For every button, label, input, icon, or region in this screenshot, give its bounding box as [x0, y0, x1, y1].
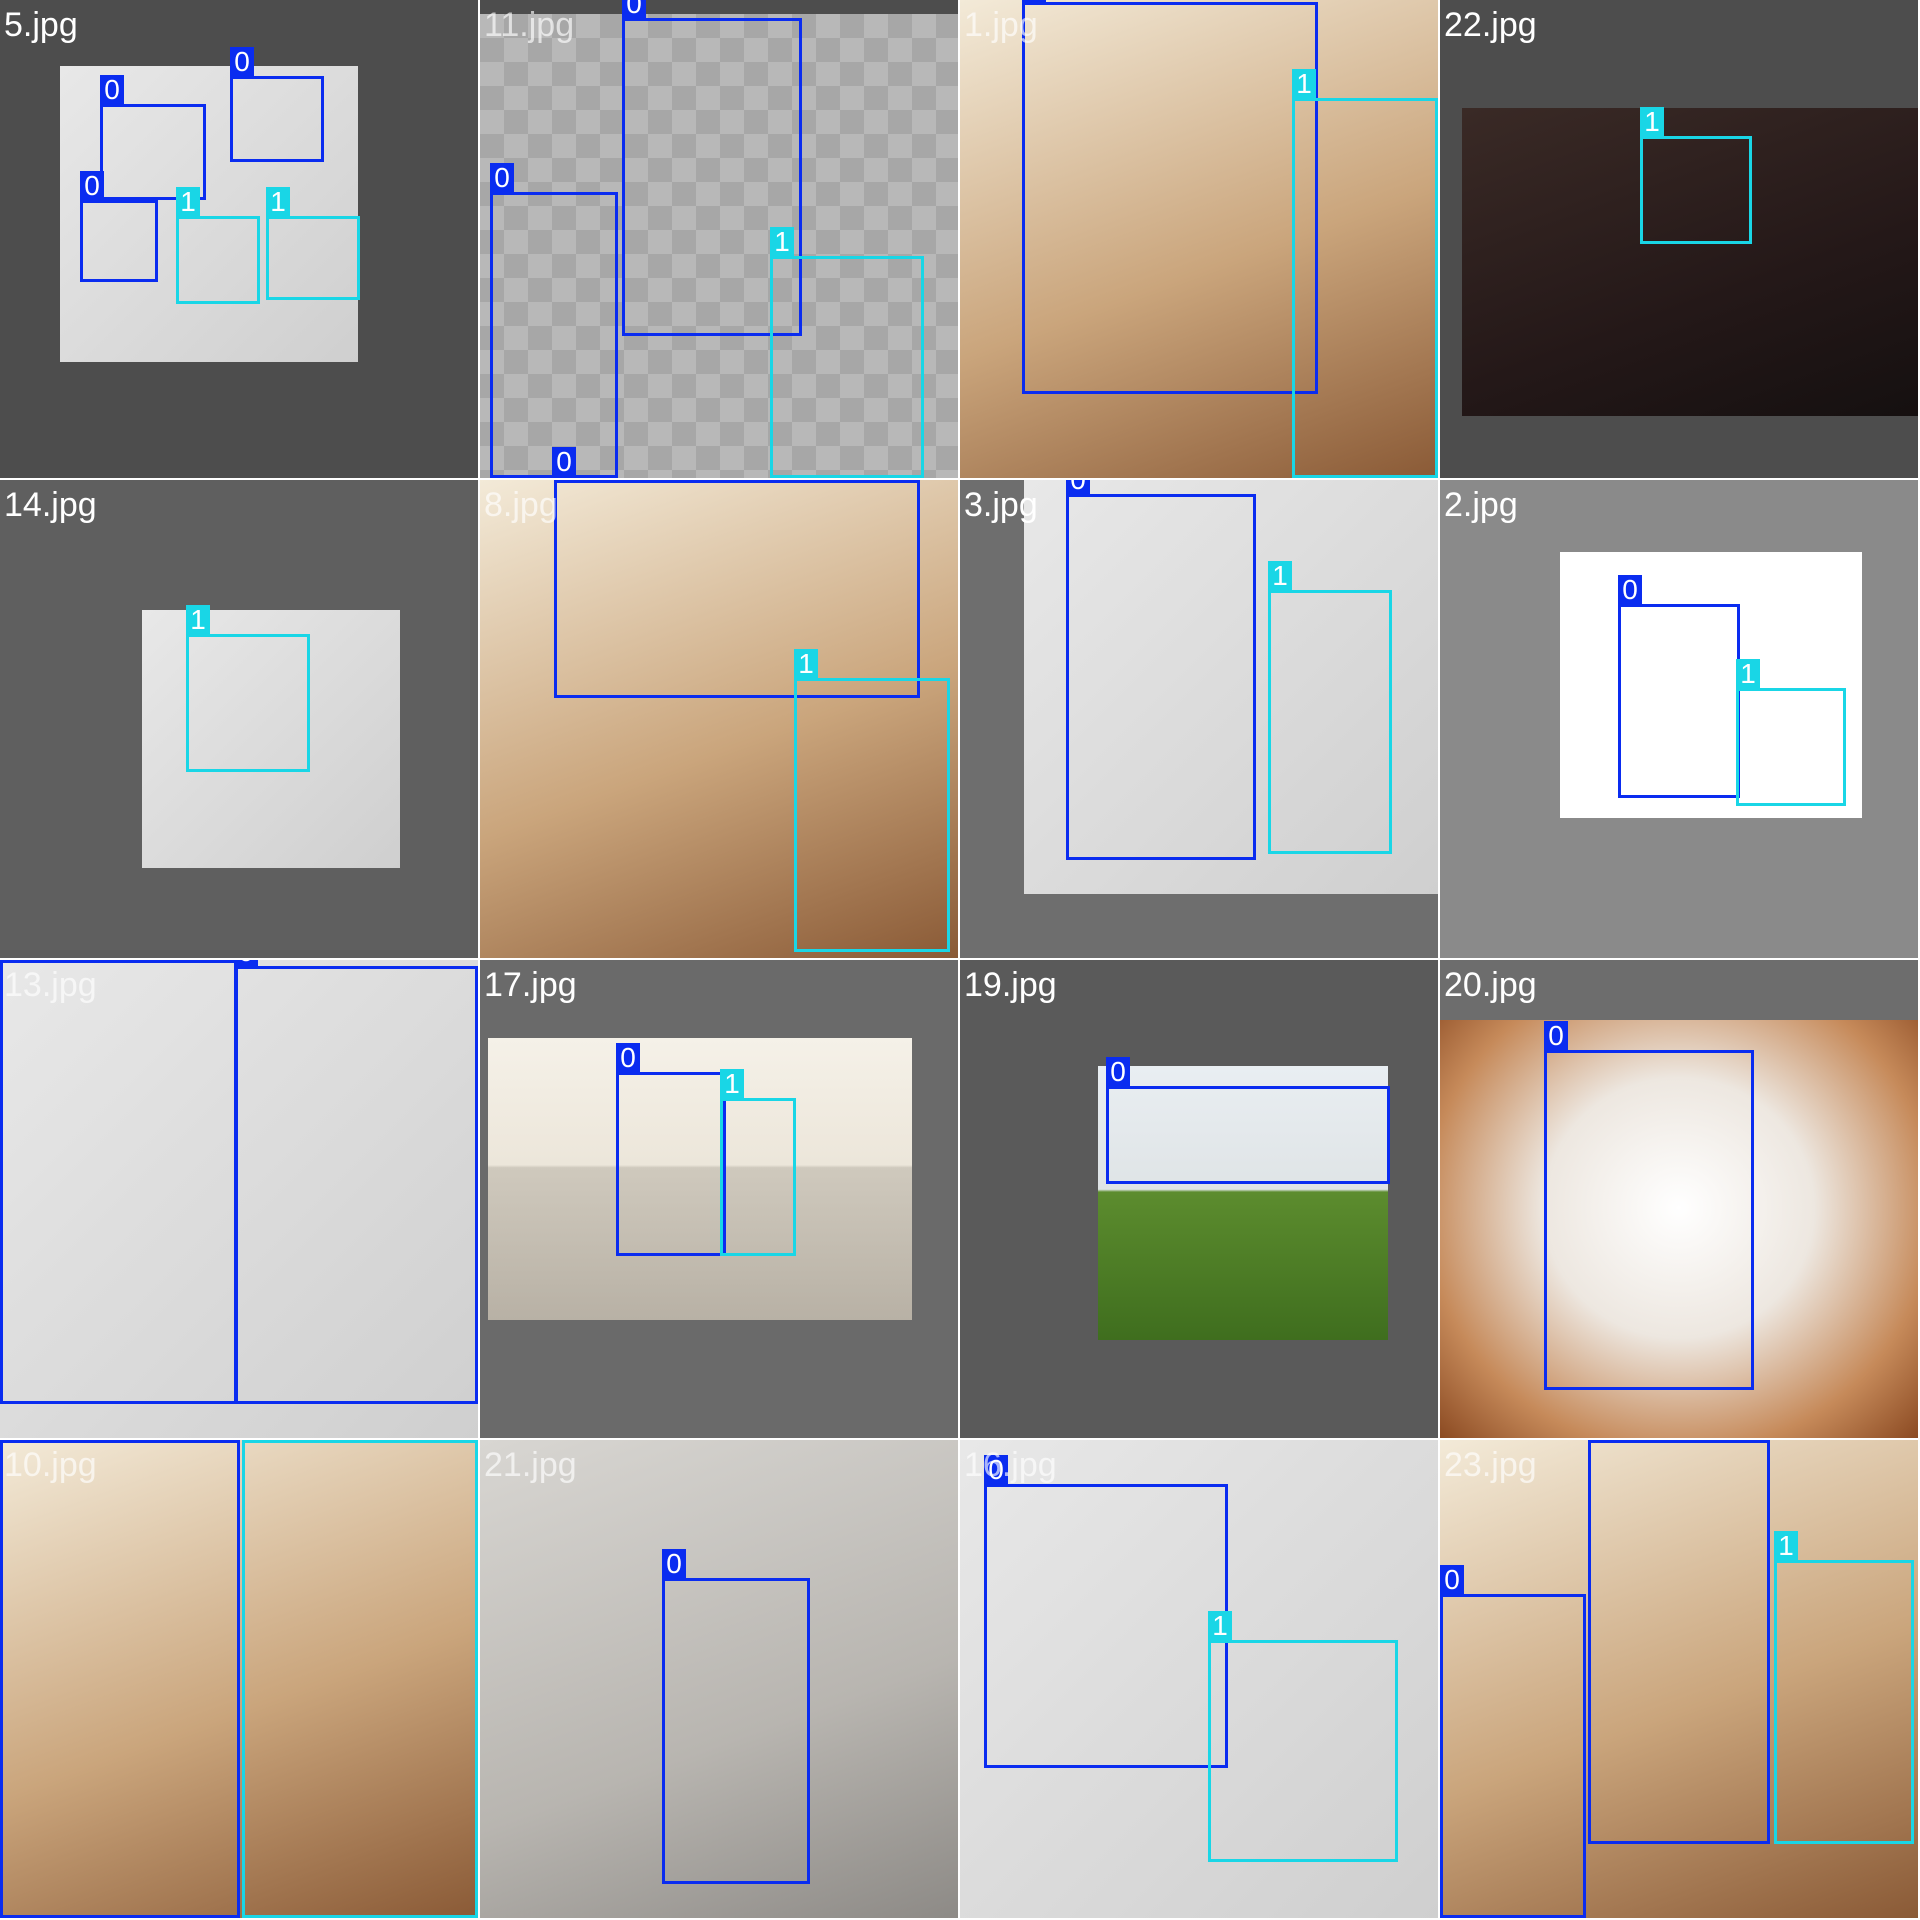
tile-filename: 1.jpg — [964, 6, 1038, 44]
bbox-class-label: 1 — [1292, 69, 1316, 99]
bbox: 0 — [984, 1455, 1228, 1768]
bbox-class-label: 0 — [1618, 575, 1642, 605]
bbox-class-label: 0 — [0, 960, 24, 961]
bbox: 0 — [552, 447, 592, 478]
tile-filename: 5.jpg — [4, 6, 78, 44]
bbox-class-label: 1 — [720, 1069, 744, 1099]
tile-16: 16.jpg 0 1 — [960, 1440, 1438, 1918]
bbox-class-label: 0 — [1106, 1057, 1130, 1087]
bbox: 0 — [0, 960, 238, 1404]
tile-filename: 19.jpg — [964, 966, 1057, 1004]
tile-filename: 20.jpg — [1444, 966, 1537, 1004]
bbox: 0 — [0, 1440, 240, 1918]
bbox: 1 — [1208, 1611, 1398, 1862]
tile-23: 23.jpg 0 0 1 — [1440, 1440, 1918, 1918]
bbox-class-label: 1 — [186, 605, 210, 635]
tile-19: 19.jpg 0 — [960, 960, 1438, 1438]
bbox-class-label: 0 — [234, 960, 258, 967]
bbox: 1 — [266, 187, 360, 300]
tile-filename: 14.jpg — [4, 486, 97, 524]
bbox: 0 — [1618, 575, 1740, 798]
bbox-class-label: 1 — [1736, 659, 1760, 689]
bbox: 1 — [1292, 69, 1438, 478]
bbox-class-label: 0 — [1022, 0, 1046, 3]
tile-14: 14.jpg 1 — [0, 480, 478, 958]
bbox-class-label: 1 — [794, 649, 818, 679]
tile-5: 5.jpg 0 0 0 1 1 — [0, 0, 478, 478]
bbox: 0 — [230, 47, 324, 162]
bbox: 0 — [80, 171, 158, 282]
bbox: 1 — [186, 605, 310, 772]
tile-3: 3.jpg 0 1 — [960, 480, 1438, 958]
tile-filename: 2.jpg — [1444, 486, 1518, 524]
bbox: 1 — [1640, 107, 1752, 244]
bbox: 0 — [616, 1043, 726, 1256]
bbox: 0 — [1440, 1565, 1586, 1918]
tile-11: 11.jpg 0 0 0 1 — [480, 0, 958, 478]
bbox: 0 — [1106, 1057, 1390, 1184]
bbox: 1 — [1774, 1531, 1914, 1844]
tile-filename: 16.jpg — [964, 1446, 1057, 1484]
tile-filename: 23.jpg — [1444, 1446, 1537, 1484]
bbox: 1 — [720, 1069, 796, 1256]
bbox: 0 — [490, 163, 618, 478]
tile-20: 20.jpg 0 — [1440, 960, 1918, 1438]
bbox: 0 — [554, 480, 920, 698]
tile-2: 2.jpg 0 1 — [1440, 480, 1918, 958]
tile-10: 10.jpg 0 1 — [0, 1440, 478, 1918]
bbox-class-label: 0 — [80, 171, 104, 201]
bbox: 0 — [1066, 480, 1256, 860]
bbox-class-label: 0 — [554, 480, 578, 481]
bbox-class-label: 0 — [1066, 480, 1090, 495]
bbox: 1 — [1736, 659, 1846, 806]
bbox: 1 — [770, 227, 924, 478]
bbox-class-label: 0 — [0, 1440, 24, 1441]
tile-13: 13.jpg 0 0 — [0, 960, 478, 1438]
bbox-class-label: 0 — [616, 1043, 640, 1073]
tile-22: 22.jpg 1 — [1440, 0, 1918, 478]
bbox-class-label: 1 — [1208, 1611, 1232, 1641]
tile-8: 8.jpg 0 1 — [480, 480, 958, 958]
bbox: 0 — [1022, 0, 1318, 394]
bbox-class-label: 0 — [100, 75, 124, 105]
bbox-class-label: 0 — [662, 1549, 686, 1579]
image-grid: 5.jpg 0 0 0 1 1 11.jpg 0 0 0 1 1.jpg 0 1… — [0, 0, 1920, 1920]
tile-filename: 21.jpg — [484, 1446, 577, 1484]
tile-filename: 11.jpg — [484, 6, 575, 44]
bbox: 1 — [176, 187, 260, 304]
tile-filename: 8.jpg — [484, 486, 558, 524]
bbox-class-label: 0 — [1588, 1440, 1612, 1441]
bbox: 1 — [242, 1440, 478, 1918]
tile-1: 1.jpg 0 1 — [960, 0, 1438, 478]
bbox-class-label: 1 — [1774, 1531, 1798, 1561]
bbox-class-label: 0 — [1544, 1021, 1568, 1051]
bbox: 0 — [1588, 1440, 1770, 1844]
bbox-class-label: 1 — [266, 187, 290, 217]
bbox-class-label: 0 — [490, 163, 514, 193]
bbox-class-label: 1 — [242, 1440, 266, 1441]
bbox: 0 — [662, 1549, 810, 1884]
tile-filename: 10.jpg — [4, 1446, 97, 1484]
bbox-class-label: 0 — [230, 47, 254, 77]
bbox-class-label: 1 — [176, 187, 200, 217]
tile-17: 17.jpg 0 1 — [480, 960, 958, 1438]
bbox-class-label: 0 — [1440, 1565, 1464, 1595]
tile-filename: 13.jpg — [4, 966, 97, 1004]
bbox-class-label: 1 — [1640, 107, 1664, 137]
tile-filename: 22.jpg — [1444, 6, 1537, 44]
bbox: 1 — [1268, 561, 1392, 854]
bbox-class-label: 0 — [552, 447, 576, 477]
bbox: 0 — [1544, 1021, 1754, 1390]
tile-21: 21.jpg 0 — [480, 1440, 958, 1918]
bbox-class-label: 1 — [770, 227, 794, 257]
bbox: 1 — [794, 649, 950, 952]
bbox: 0 — [234, 960, 478, 1404]
tile-filename: 3.jpg — [964, 486, 1038, 524]
tile-filename: 17.jpg — [484, 966, 577, 1004]
bbox-class-label: 1 — [1268, 561, 1292, 591]
bbox-class-label: 0 — [622, 0, 646, 19]
